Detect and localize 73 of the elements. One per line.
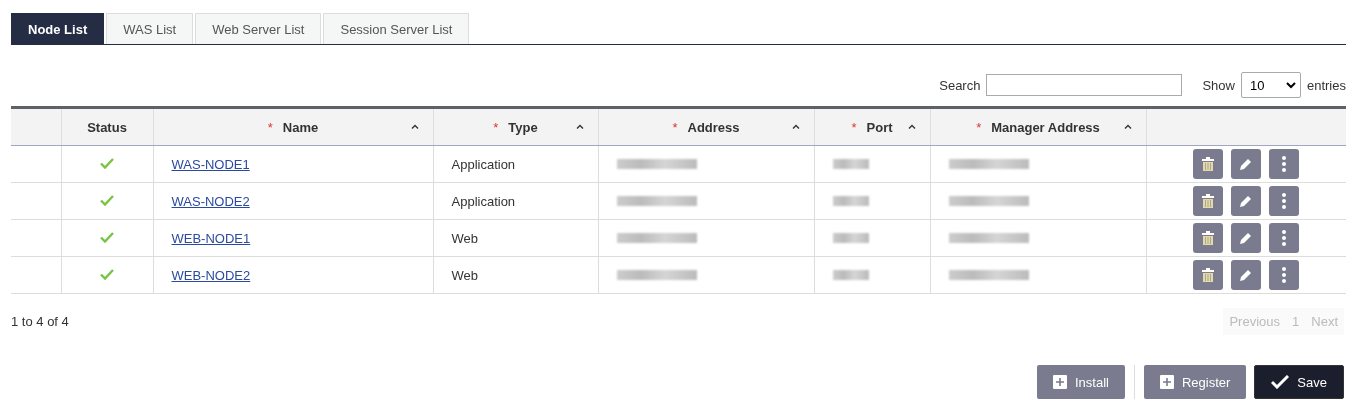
blurred-text: [832, 158, 869, 169]
sort-icon[interactable]: [907, 124, 916, 129]
dropdown-caret-icon: [1285, 81, 1296, 89]
trash-icon: [1202, 268, 1215, 282]
table-cell: Application: [451, 156, 516, 172]
plus-icon: [1052, 375, 1067, 389]
sort-icon[interactable]: [791, 124, 800, 129]
required-mark: *: [493, 119, 499, 135]
delete-button[interactable]: [1193, 149, 1224, 179]
checkmark-icon: [100, 268, 114, 280]
action-button[interactable]: Save: [1254, 365, 1344, 399]
node-link[interactable]: WEB-NODE1: [171, 230, 251, 246]
sort-icon[interactable]: [575, 124, 584, 129]
action-button[interactable]: Register: [1143, 365, 1247, 399]
pencil-icon: [1239, 194, 1254, 208]
checkmark-icon: [1271, 375, 1290, 389]
more-icon: [1282, 156, 1287, 172]
checkmark-icon: [100, 157, 114, 169]
blurred-text: [832, 269, 869, 280]
trash-icon: [1202, 231, 1215, 245]
search-label: Search: [939, 77, 981, 93]
more-button[interactable]: [1269, 260, 1300, 290]
plus-icon: [1159, 375, 1174, 389]
pencil-icon: [1239, 231, 1254, 245]
pencil-icon: [1239, 268, 1254, 282]
column-header[interactable]: Address: [687, 119, 740, 135]
column-header[interactable]: Name: [282, 119, 319, 135]
blurred-text: [832, 232, 869, 243]
edit-button[interactable]: [1231, 223, 1262, 253]
more-button[interactable]: [1269, 149, 1300, 179]
trash-icon: [1202, 194, 1215, 208]
required-mark: *: [851, 119, 857, 135]
tab[interactable]: Node List: [11, 13, 105, 44]
show-label: Show: [1202, 77, 1235, 93]
edit-button[interactable]: [1231, 149, 1262, 179]
trash-icon: [1202, 157, 1215, 171]
tab[interactable]: Session Server List: [323, 13, 470, 44]
table-cell: Application: [451, 193, 516, 209]
more-button[interactable]: [1269, 186, 1300, 216]
search-field[interactable]: [986, 74, 1183, 96]
table-info: 1 to 4 of 4: [11, 314, 69, 329]
required-mark: *: [267, 119, 273, 135]
sort-icon[interactable]: [1123, 124, 1132, 129]
sort-icon[interactable]: [410, 124, 419, 129]
required-mark: *: [976, 119, 982, 135]
checkmark-icon: [100, 231, 114, 243]
edit-button[interactable]: [1231, 186, 1262, 216]
tab[interactable]: Web Server List: [195, 13, 322, 44]
checkmark-icon: [100, 194, 114, 206]
column-header[interactable]: Port: [866, 119, 893, 135]
delete-button[interactable]: [1193, 260, 1224, 290]
table-cell: Web: [451, 267, 478, 283]
edit-button[interactable]: [1231, 260, 1262, 290]
page-size-select[interactable]: 10: [1240, 72, 1301, 98]
node-link[interactable]: WAS-NODE1: [171, 156, 250, 172]
entries-label: entries: [1306, 77, 1346, 93]
column-header: Status: [87, 119, 127, 135]
required-mark: *: [672, 119, 678, 135]
node-link[interactable]: WEB-NODE2: [171, 267, 251, 283]
pencil-icon: [1239, 157, 1254, 171]
more-icon: [1282, 267, 1287, 283]
node-link[interactable]: WAS-NODE2: [171, 193, 250, 209]
table-cell: Web: [451, 230, 478, 246]
blurred-text: [832, 195, 869, 206]
more-icon: [1282, 230, 1287, 246]
more-icon: [1282, 193, 1287, 209]
action-button[interactable]: Install: [1036, 365, 1125, 399]
tab[interactable]: WAS List: [106, 13, 194, 44]
delete-button[interactable]: [1193, 223, 1224, 253]
column-header[interactable]: Type: [508, 119, 538, 135]
column-header[interactable]: Manager Address: [991, 119, 1100, 135]
more-button[interactable]: [1269, 223, 1300, 253]
delete-button[interactable]: [1193, 186, 1224, 216]
